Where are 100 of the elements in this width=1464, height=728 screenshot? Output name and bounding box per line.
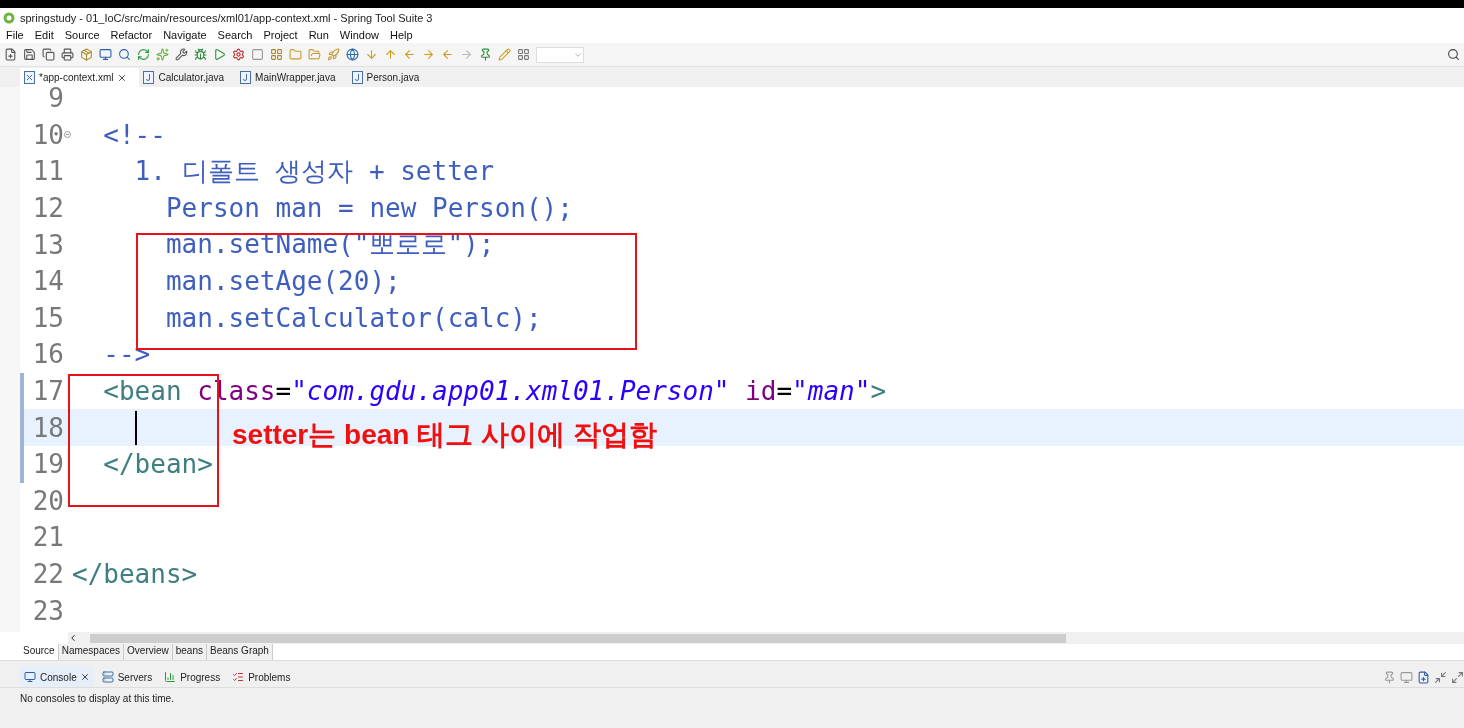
xml-file-icon [24, 71, 35, 84]
line-number: 19 [31, 449, 64, 480]
refresh-icon[interactable] [137, 48, 150, 61]
code-line: man.setCalculator(calc); [164, 302, 542, 333]
line-number: 16 [31, 339, 64, 370]
menu-item[interactable]: Help [384, 29, 418, 41]
up-arrow-icon[interactable] [384, 48, 397, 61]
line-number: 13 [31, 229, 64, 260]
scroll-left-icon[interactable] [68, 633, 78, 643]
monitor-icon[interactable] [1400, 670, 1413, 684]
code-line: man.setName("뽀로로"); [164, 228, 495, 262]
sparkle-icon[interactable] [156, 48, 169, 61]
menu-item[interactable]: Navigate [157, 29, 212, 41]
run-icon[interactable] [213, 48, 226, 61]
progress-icon [164, 670, 178, 684]
line-number: 15 [31, 302, 64, 333]
editor-tab[interactable]: MainWrapper.java [236, 68, 348, 87]
problems-icon [232, 670, 246, 684]
java-file-icon [240, 71, 252, 84]
view-tab[interactable]: Problems [228, 667, 295, 687]
menu-item[interactable]: Project [257, 29, 303, 41]
editor-page-tab[interactable]: beans [172, 644, 207, 660]
back-icon[interactable] [403, 48, 416, 61]
save-all-icon[interactable] [42, 48, 55, 61]
java-file-icon [143, 71, 155, 84]
pin-icon[interactable] [479, 48, 492, 61]
stop-icon[interactable] [251, 48, 264, 61]
line-number: 21 [31, 522, 64, 553]
search-icon[interactable] [118, 48, 131, 61]
wrench-icon[interactable] [175, 48, 188, 61]
scrollbar-thumb[interactable] [90, 633, 1066, 643]
line-number: 14 [31, 266, 64, 297]
java-file-icon [351, 71, 363, 84]
code-line: --> [102, 339, 151, 370]
monitor-icon[interactable] [99, 48, 112, 61]
package-icon[interactable] [80, 48, 93, 61]
menu-item[interactable]: File [0, 29, 29, 41]
code-line: man.setAge(20); [164, 266, 401, 297]
console-message: No consoles to display at this time. [20, 693, 174, 704]
pencil-icon[interactable] [498, 48, 511, 61]
forward-icon[interactable] [460, 48, 473, 61]
gear-icon[interactable] [232, 48, 245, 61]
grid-icon[interactable] [517, 48, 530, 61]
pin-icon[interactable] [1383, 670, 1396, 684]
window-title: springstudy - 01_IoC/src/main/resources/xml01/app-context.xml - Spring Tool Suite 3 [20, 11, 433, 24]
code-line: <!-- [102, 119, 166, 150]
close-icon[interactable] [79, 672, 90, 682]
monitor-icon [24, 670, 37, 684]
menu-item[interactable]: Refactor [104, 29, 158, 41]
line-number: 11 [31, 156, 64, 187]
editor-tab[interactable]: Calculator.java [139, 68, 237, 87]
horizontal-scrollbar[interactable] [68, 632, 1464, 644]
app-logo-icon [3, 11, 15, 24]
code-line: Person man = new Person(); [164, 193, 573, 224]
editor-tab[interactable]: Person.java [347, 68, 432, 87]
line-number: 23 [31, 595, 64, 626]
code-line: </bean> [102, 449, 213, 480]
folder-icon[interactable] [289, 48, 302, 61]
open-folder-icon[interactable] [308, 48, 321, 61]
grid-icon[interactable] [270, 48, 283, 61]
menu-item[interactable]: Search [211, 29, 258, 41]
rocket-icon[interactable] [327, 48, 340, 61]
globe-icon[interactable] [346, 48, 359, 61]
print-icon[interactable] [61, 48, 74, 61]
line-number: 10 [31, 119, 64, 150]
annotation-note: setter는 bean 태그 사이에 작업함 [232, 418, 657, 452]
fold-icon[interactable] [64, 131, 71, 139]
menu-item[interactable]: Edit [28, 29, 59, 41]
text-cursor [135, 410, 137, 445]
line-number: 17 [31, 376, 64, 407]
menu-item[interactable]: Source [58, 29, 105, 41]
search-icon[interactable] [1447, 48, 1460, 61]
server-icon [101, 670, 115, 684]
view-tab[interactable]: Console [20, 667, 94, 687]
forward-icon[interactable] [422, 48, 435, 61]
new-console-icon[interactable] [1417, 670, 1430, 684]
menu-item[interactable]: Run [302, 29, 334, 41]
view-tab[interactable]: Progress [160, 667, 225, 687]
editor-page-tab[interactable]: Beans Graph [207, 644, 273, 660]
code-line: </beans> [72, 559, 198, 589]
line-number: 12 [31, 193, 64, 224]
line-number: 18 [31, 412, 64, 443]
minimize-icon[interactable] [1434, 670, 1447, 684]
code-line: 1. 디폴트 생성자 + setter [133, 155, 495, 188]
line-number: 20 [31, 485, 64, 516]
maximize-icon[interactable] [1451, 670, 1464, 684]
bug-icon[interactable] [194, 48, 207, 61]
line-number: 9 [47, 87, 64, 114]
new-file-icon[interactable] [4, 48, 17, 61]
view-tab[interactable]: Servers [97, 667, 157, 687]
close-icon[interactable] [117, 72, 128, 83]
menu-item[interactable]: Window [333, 29, 384, 41]
editor-page-tab[interactable]: Source [20, 644, 59, 660]
down-arrow-icon[interactable] [365, 48, 378, 61]
editor-tab[interactable]: *app-context.xml [20, 68, 140, 87]
save-icon[interactable] [23, 48, 36, 61]
editor-page-tab[interactable]: Namespaces [58, 644, 125, 660]
editor-page-tab[interactable]: Overview [124, 644, 173, 660]
back-icon[interactable] [441, 48, 454, 61]
line-number: 22 [31, 559, 64, 589]
